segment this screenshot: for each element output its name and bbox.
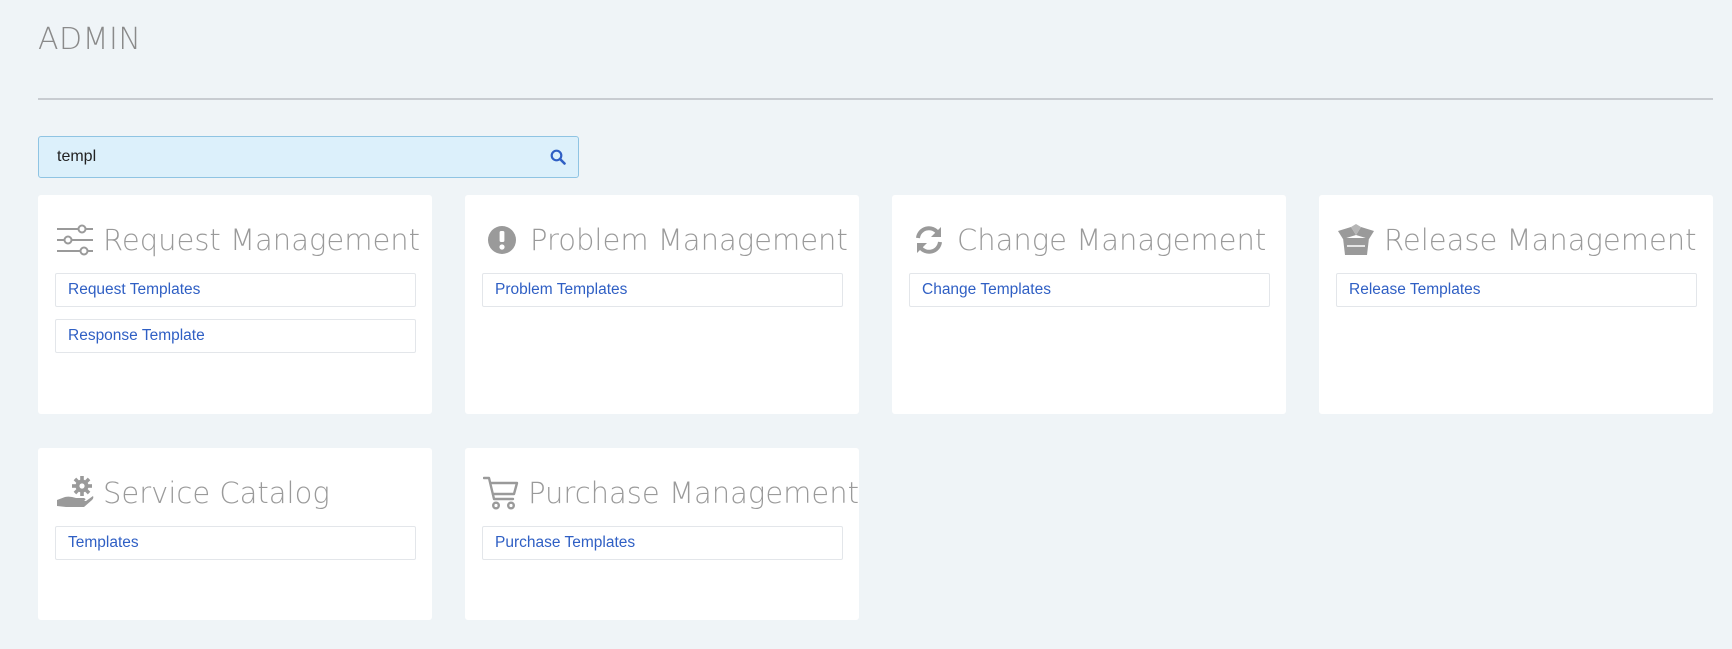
- search-input[interactable]: [39, 137, 538, 177]
- card-problem-management: Problem Management Problem Templates: [465, 195, 859, 414]
- search-box: [38, 136, 579, 178]
- link-problem-templates[interactable]: Problem Templates: [482, 273, 843, 307]
- card-title: Request Management: [103, 223, 421, 257]
- card-title: Purchase Management: [528, 476, 859, 510]
- card-title: Change Management: [957, 223, 1267, 257]
- title-divider: [38, 98, 1713, 100]
- card-service-catalog: Service Catalog Templates: [38, 448, 432, 620]
- card-title: Problem Management: [530, 223, 848, 257]
- page-title: ADMIN: [38, 22, 142, 57]
- link-templates[interactable]: Templates: [55, 526, 416, 560]
- card-title: Service Catalog: [103, 476, 330, 510]
- search-button[interactable]: [538, 137, 578, 177]
- search-icon: [550, 149, 566, 165]
- sliders-icon: [55, 222, 95, 258]
- hand-gear-icon: [55, 475, 95, 511]
- card-purchase-management: Purchase Management Purchase Templates: [465, 448, 859, 620]
- card-title: Release Management: [1384, 223, 1697, 257]
- exclamation-circle-icon: [482, 222, 522, 258]
- link-change-templates[interactable]: Change Templates: [909, 273, 1270, 307]
- card-release-management: Release Management Release Templates: [1319, 195, 1713, 414]
- card-request-management: Request Management Request Templates Res…: [38, 195, 432, 414]
- link-release-templates[interactable]: Release Templates: [1336, 273, 1697, 307]
- link-purchase-templates[interactable]: Purchase Templates: [482, 526, 843, 560]
- link-response-template[interactable]: Response Template: [55, 319, 416, 353]
- link-request-templates[interactable]: Request Templates: [55, 273, 416, 307]
- shopping-cart-icon: [482, 475, 520, 511]
- open-box-icon: [1336, 222, 1376, 258]
- refresh-icon: [909, 222, 949, 258]
- card-change-management: Change Management Change Templates: [892, 195, 1286, 414]
